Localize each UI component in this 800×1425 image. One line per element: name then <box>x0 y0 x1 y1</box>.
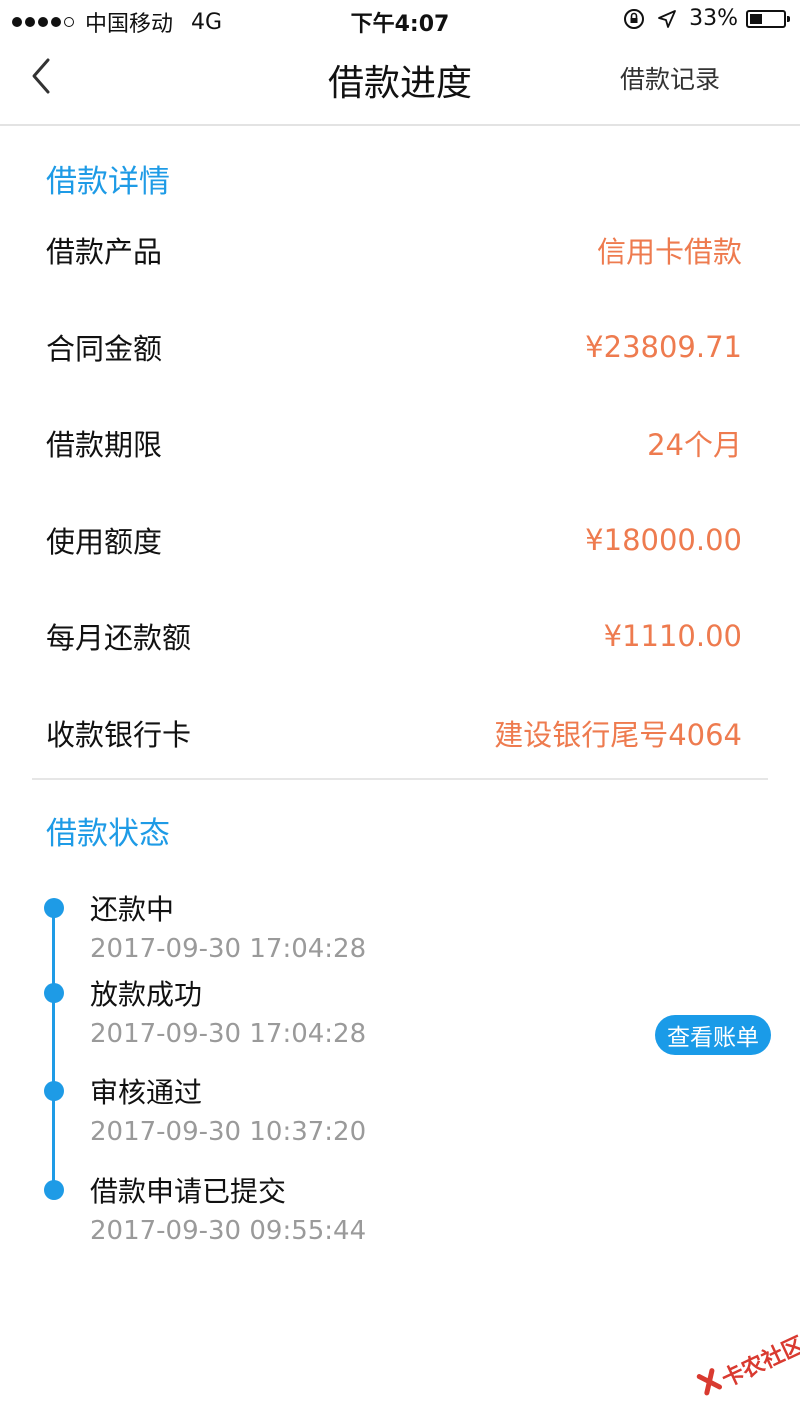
timeline-time: 2017-09-30 10:37:20 <box>90 1117 367 1147</box>
detail-value: 24个月 <box>647 428 742 462</box>
orientation-lock-icon <box>624 8 645 29</box>
section-divider <box>32 778 768 780</box>
timeline-dot <box>44 1081 64 1101</box>
location-arrow-icon <box>658 9 676 28</box>
view-bill-button[interactable]: 查看账单 <box>655 1015 771 1055</box>
loan-status-title: 借款状态 <box>46 816 170 852</box>
detail-label: 合同金额 <box>46 332 163 366</box>
status-bar: 中国移动 4G 下午4:07 33% <box>0 0 800 40</box>
timeline-dot <box>44 898 64 918</box>
battery-icon <box>746 9 790 28</box>
timeline-status: 放款成功 <box>90 978 203 1011</box>
detail-label: 借款期限 <box>46 428 163 462</box>
battery-percentage: 33% <box>689 6 738 31</box>
timeline-status: 借款申请已提交 <box>90 1175 287 1208</box>
nav-bar: 借款进度 借款记录 <box>0 40 800 126</box>
detail-value: 信用卡借款 <box>596 235 742 269</box>
detail-row-monthly-payment: 每月还款额 ¥1110.00 <box>46 611 742 661</box>
status-right: 33% <box>623 6 790 31</box>
detail-value: ¥23809.71 <box>585 330 742 364</box>
timeline-time: 2017-09-30 09:55:44 <box>90 1216 367 1246</box>
detail-label: 使用额度 <box>46 525 163 559</box>
detail-row-used-quota: 使用额度 ¥18000.00 <box>46 515 742 565</box>
timeline-time: 2017-09-30 17:04:28 <box>90 934 367 964</box>
detail-label: 借款产品 <box>46 235 163 269</box>
detail-label: 每月还款额 <box>46 621 192 655</box>
detail-value: ¥18000.00 <box>585 523 742 557</box>
detail-row-product: 借款产品 信用卡借款 <box>46 225 742 275</box>
timeline-time: 2017-09-30 17:04:28 <box>90 1019 367 1049</box>
timeline-line <box>52 900 55 1185</box>
detail-row-term: 借款期限 24个月 <box>46 418 742 468</box>
timeline-dot <box>44 983 64 1003</box>
timeline-dot <box>44 1180 64 1200</box>
detail-row-bank-card: 收款银行卡 建设银行尾号4064 <box>46 708 742 758</box>
detail-label: 收款银行卡 <box>46 718 192 752</box>
timeline-status: 审核通过 <box>90 1076 203 1109</box>
watermark-logo: 卡农社区 <box>684 1311 800 1425</box>
detail-row-contract-amount: 合同金额 ¥23809.71 <box>46 322 742 372</box>
loan-records-link[interactable]: 借款记录 <box>620 60 720 96</box>
watermark-text: 卡农社区 <box>718 1332 800 1393</box>
timeline-status: 还款中 <box>90 893 175 926</box>
detail-value: 建设银行尾号4064 <box>494 718 742 752</box>
detail-value: ¥1110.00 <box>603 619 742 653</box>
loan-details-title: 借款详情 <box>46 164 170 200</box>
